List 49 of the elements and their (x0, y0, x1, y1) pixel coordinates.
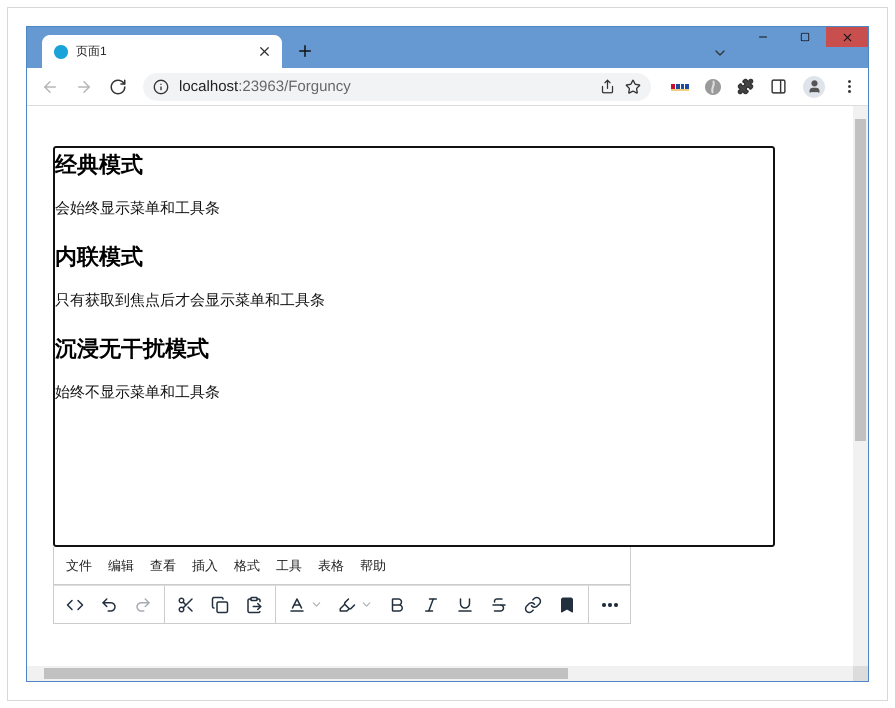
cut-icon (177, 596, 195, 614)
menu-item[interactable]: 格式 (226, 556, 268, 574)
paragraph: 会始终显示菜单和工具条 (55, 200, 221, 218)
highlight-icon (338, 596, 356, 614)
italic-icon (422, 596, 440, 614)
scrollbar-thumb[interactable] (44, 668, 568, 679)
close-icon[interactable] (257, 44, 272, 59)
paragraph: 始终不显示菜单和工具条 (55, 384, 221, 402)
menu-item[interactable]: 工具 (268, 556, 310, 574)
side-panel-icon[interactable] (770, 78, 787, 95)
heading: 经典模式 (55, 152, 144, 178)
extension-logo-icon[interactable] (671, 82, 689, 90)
reload-icon[interactable] (109, 78, 127, 96)
vertical-scrollbar[interactable] (853, 106, 868, 666)
paste-icon (245, 596, 263, 614)
profile-icon[interactable] (803, 76, 825, 98)
bookmark-icon (558, 596, 576, 614)
heading: 内联模式 (55, 244, 144, 270)
share-icon[interactable] (600, 79, 615, 94)
link-icon (524, 596, 542, 614)
url-text: localhost:23963/Forguncy (179, 78, 352, 95)
text-color-icon (288, 596, 306, 614)
tab-title: 页面1 (76, 43, 108, 60)
menu-item[interactable]: 编辑 (100, 556, 142, 574)
scrollbar-thumb[interactable] (855, 119, 866, 441)
underline-icon (456, 596, 474, 614)
menu-item[interactable]: 帮助 (352, 556, 394, 574)
scrollbar-corner (853, 666, 868, 681)
more-icon (602, 602, 618, 606)
address-bar[interactable]: localhost:23963/Forguncy (143, 72, 651, 100)
browser-tab[interactable]: 页面1 (42, 35, 282, 68)
strikethrough-icon (490, 596, 508, 614)
copy-icon (211, 596, 229, 614)
favicon-icon (54, 44, 68, 58)
redo-icon (134, 596, 152, 614)
info-icon (153, 78, 169, 94)
puzzle-icon[interactable] (737, 78, 754, 95)
undo-icon (100, 596, 118, 614)
horizontal-scrollbar[interactable] (27, 666, 853, 681)
editor-area[interactable]: 经典模式 会始终显示菜单和工具条 内联模式 只有获取到焦点后才会显示菜单和工具条 沉浸无干扰模式 始终不显示菜单和工具条 (53, 146, 775, 547)
menu-item[interactable]: 插入 (184, 556, 226, 574)
menu-item[interactable]: 表格 (310, 556, 352, 574)
new-tab-icon[interactable] (296, 42, 314, 60)
paragraph: 只有获取到焦点后才会显示菜单和工具条 (55, 292, 326, 310)
heading: 沉浸无干扰模式 (55, 336, 210, 362)
menu-item[interactable]: 查看 (142, 556, 184, 574)
extension-icon[interactable] (705, 78, 721, 94)
star-icon[interactable] (625, 78, 641, 94)
menu-item[interactable]: 文件 (58, 556, 100, 574)
